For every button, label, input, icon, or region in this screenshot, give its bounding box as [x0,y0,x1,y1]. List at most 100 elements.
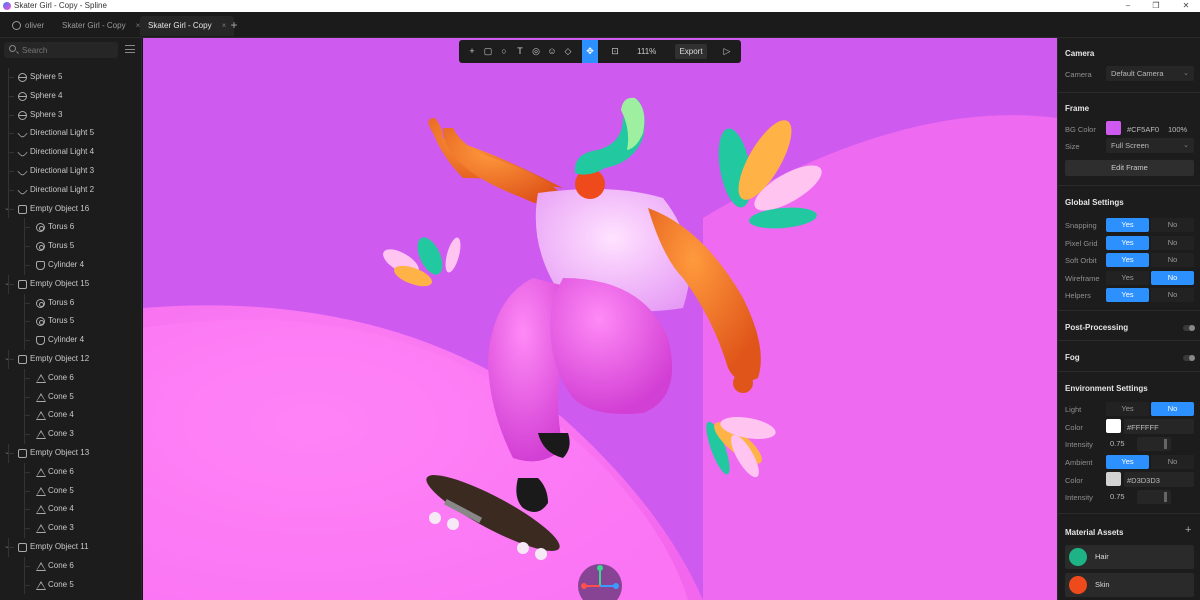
slider-handle[interactable] [1164,439,1167,449]
slider-handle[interactable] [1164,492,1167,502]
layer-item[interactable]: Directional Light 2 [0,180,141,200]
rectangle-tool-icon[interactable]: ▢ [480,40,496,63]
layer-item[interactable]: Cone 5 [0,387,141,407]
text-tool-icon[interactable]: T [512,40,528,63]
size-value: Full Screen [1111,141,1149,150]
yes-toggle[interactable]: Yes [1106,218,1149,232]
tree-line [8,546,14,548]
layer-item[interactable]: Directional Light 3 [0,161,141,181]
no-toggle[interactable]: No [1151,270,1194,285]
ambient-color-hex[interactable]: #D3D3D3 [1127,476,1160,485]
layer-item[interactable]: Torus 6 [0,293,141,313]
canvas-viewport[interactable]: + ▢ ○ T ◎ ☺ ◇ ✥ ⊡ 111% Export ▷ [143,38,1057,600]
tab-file-2-active[interactable]: Skater Girl - Copy × [140,16,235,36]
layer-item[interactable]: Directional Light 4 [0,143,141,162]
add-material-icon[interactable]: + [1185,524,1191,536]
layer-item[interactable]: Cone 3 [0,425,141,444]
material-asset-skin[interactable]: Skin [1065,573,1194,597]
search-box[interactable] [4,42,118,58]
layer-item[interactable]: Cylinder 4 [0,255,141,275]
export-button[interactable]: Export [675,44,707,59]
move-tool-icon[interactable]: ✥ [582,40,598,63]
tab-user[interactable]: oliver [4,16,52,36]
maximize-button[interactable]: ❐ [1146,0,1166,12]
close-window-button[interactable]: ✕ [1176,0,1196,12]
layer-item[interactable]: Cone 5 [0,481,141,501]
layer-item[interactable]: Sphere 3 [0,105,141,125]
bg-color-hex[interactable]: #CF5AF0 [1127,125,1159,134]
layer-item[interactable]: Torus 5 [0,312,141,332]
no-toggle[interactable]: No [1151,235,1194,250]
layer-label: Cone 3 [48,429,74,439]
camera-section-title: Camera [1065,49,1095,58]
frame-tool-icon[interactable]: ⊡ [607,40,623,63]
tab-file-1[interactable]: Skater Girl - Copy × [54,16,148,36]
light-no-toggle[interactable]: No [1151,402,1194,416]
layer-item[interactable]: Cone 5 [0,575,141,595]
light-intensity-slider[interactable] [1137,437,1171,451]
layer-item[interactable]: Cone 6 [0,462,141,482]
window-title: Skater Girl - Copy - Spline [14,1,107,10]
layer-item[interactable]: Directional Light 5 [0,124,141,144]
material-asset-hair[interactable]: Hair [1065,545,1194,569]
size-dropdown[interactable]: Full Screen ⌄ [1106,138,1194,153]
layer-item[interactable]: Sphere 5 [0,68,141,87]
ambient-intensity-slider[interactable] [1137,490,1171,504]
layer-item[interactable]: ⌄ Empty Object 15 [0,274,141,294]
post-processing-toggle[interactable] [1183,325,1195,331]
edit-frame-button[interactable]: Edit Frame [1065,160,1194,176]
layer-item[interactable]: Cone 3 [0,519,141,538]
layer-item[interactable]: ⌄ Empty Object 16 [0,199,141,219]
no-toggle[interactable]: No [1151,253,1194,267]
yes-toggle[interactable]: Yes [1106,235,1149,250]
torus-icon [36,298,45,308]
paint-tool-icon[interactable]: ◇ [560,40,576,63]
window-titlebar: Skater Girl - Copy - Spline – ❐ ✕ [0,0,1200,12]
no-toggle[interactable]: No [1151,218,1194,232]
chevron-down-icon: ⌄ [1183,142,1189,149]
ambient-color-swatch[interactable] [1106,472,1121,486]
bg-color-swatch[interactable] [1106,121,1121,135]
layer-item[interactable]: ⌄ Empty Object 13 [0,443,141,463]
properties-panel: Camera Camera Default Camera ⌄ Frame BG C… [1057,38,1200,600]
tree-line [24,471,30,473]
yes-toggle[interactable]: Yes [1106,253,1149,267]
layer-item[interactable]: Cylinder 4 [0,331,141,350]
camera-dropdown[interactable]: Default Camera ⌄ [1106,66,1194,81]
layer-item[interactable]: Sphere 4 [0,86,141,106]
new-tab-button[interactable]: + [227,19,241,33]
ambient-yes-toggle[interactable]: Yes [1106,455,1149,469]
layer-item[interactable]: Cone 4 [0,406,141,426]
ambient-no-toggle[interactable]: No [1151,455,1194,469]
no-toggle[interactable]: No [1151,288,1194,302]
layer-item[interactable]: ⌄ Empty Object 12 [0,349,141,369]
light-yes-toggle[interactable]: Yes [1106,402,1149,416]
play-icon[interactable]: ▷ [719,40,735,63]
zoom-level[interactable]: 111% [637,40,656,63]
hamburger-menu-icon[interactable] [125,45,135,53]
light-intensity-value[interactable]: 0.75 [1106,437,1134,451]
layer-label: Cone 3 [48,523,74,533]
ambient-intensity-value[interactable]: 0.75 [1106,490,1134,504]
layer-item[interactable]: ⌄ Empty Object 11 [0,537,141,557]
layer-item[interactable]: Cone 6 [0,368,141,388]
smiley-tool-icon[interactable]: ☺ [544,40,560,63]
light-color-swatch[interactable] [1106,419,1121,433]
layer-item[interactable]: Torus 6 [0,218,141,238]
minimize-button[interactable]: – [1118,0,1138,12]
layer-label: Directional Light 5 [30,128,95,138]
layer-item[interactable]: Torus 5 [0,237,141,256]
layer-item[interactable]: Cone 4 [0,500,141,520]
light-color-hex[interactable]: #FFFFFF [1127,423,1159,432]
tree-line [8,189,14,191]
search-input[interactable] [22,44,112,56]
close-tab-icon[interactable]: × [222,21,227,30]
yes-toggle[interactable]: Yes [1106,270,1149,285]
fog-toggle[interactable] [1183,355,1195,361]
yes-toggle[interactable]: Yes [1106,288,1149,302]
bg-opacity[interactable]: 100% [1168,125,1187,134]
layer-item[interactable]: Cone 6 [0,556,141,576]
ellipse-tool-icon[interactable]: ○ [496,40,512,63]
sphere-tool-icon[interactable]: ◎ [528,40,544,63]
add-object-icon[interactable]: + [464,40,480,63]
